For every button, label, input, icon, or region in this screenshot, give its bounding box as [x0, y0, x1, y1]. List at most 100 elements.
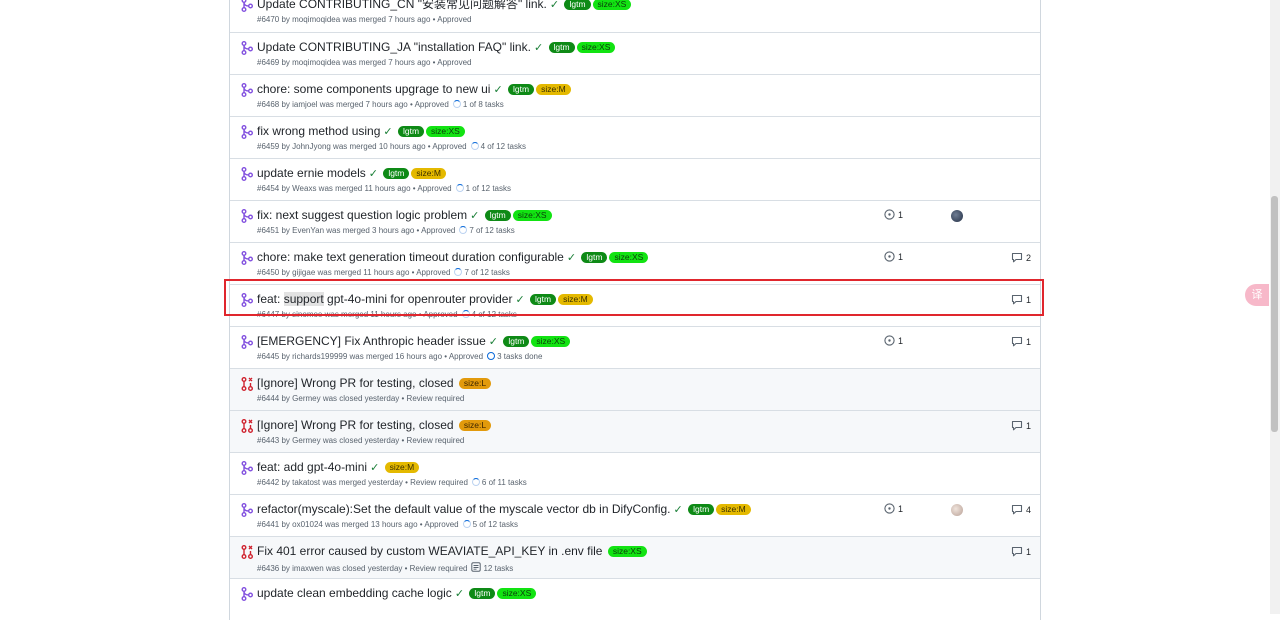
check-icon[interactable]: ✓ [370, 462, 379, 474]
pull-request-title-link[interactable]: update ernie models [257, 166, 366, 180]
comments-count[interactable]: 2 [1011, 252, 1031, 263]
check-icon[interactable]: ✓ [369, 168, 378, 180]
pull-request-title-line: feat: support gpt-4o-mini for openrouter… [257, 292, 593, 307]
comment-icon [1011, 294, 1026, 305]
comments-count[interactable]: 1 [1011, 336, 1031, 347]
linked-issues[interactable]: 1 [884, 503, 903, 514]
pull-request-title-link[interactable]: feat: support gpt-4o-mini for openrouter… [257, 292, 512, 306]
comments-count[interactable]: 4 [1011, 504, 1031, 515]
pull-request-row[interactable]: fix: next suggest question logic problem… [230, 200, 1040, 242]
pull-request-meta: #6447 by sinomoe was merged 11 hours ago… [257, 310, 517, 319]
label-lgtm[interactable]: lgtm [469, 588, 496, 599]
label-lgtm[interactable]: lgtm [581, 252, 608, 263]
pull-request-row[interactable]: chore: make text generation timeout dura… [230, 242, 1040, 284]
pull-request-meta: #6443 by Germey was closed yesterday • R… [257, 436, 465, 445]
label-l[interactable]: size:L [458, 378, 492, 389]
label-lgtm[interactable]: lgtm [564, 0, 591, 10]
pull-request-row[interactable]: [Ignore] Wrong PR for testing, closed si… [230, 368, 1040, 410]
check-icon[interactable]: ✓ [567, 252, 576, 264]
label-xs[interactable]: size:XS [609, 252, 649, 263]
label-lgtm[interactable]: lgtm [688, 504, 715, 515]
pull-request-title-link[interactable]: Update CONTRIBUTING_CN "安装常见问题解答" link. [257, 0, 547, 11]
label-m[interactable]: size:M [536, 84, 571, 95]
pull-request-title-line: chore: make text generation timeout dura… [257, 250, 649, 265]
pull-request-meta: #6441 by ox01024 was merged 13 hours ago… [257, 520, 518, 529]
label-xs[interactable]: size:XS [512, 210, 552, 221]
check-icon[interactable]: ✓ [455, 588, 464, 600]
linked-issues[interactable]: 1 [884, 209, 903, 220]
pull-request-row[interactable]: Update CONTRIBUTING_CN "安装常见问题解答" link. ✓… [230, 0, 1040, 32]
pull-request-row[interactable]: Update CONTRIBUTING_JA "installation FAQ… [230, 32, 1040, 74]
pull-request-title-link[interactable]: update clean embedding cache logic [257, 586, 452, 600]
check-icon[interactable]: ✓ [383, 126, 392, 138]
label-xs[interactable]: size:XS [576, 42, 616, 53]
label-lgtm[interactable]: lgtm [530, 294, 557, 305]
pull-request-row[interactable]: fix wrong method using ✓ lgtm size:XS #6459… [230, 116, 1040, 158]
pull-request-title-line: update ernie models ✓ lgtm size:M [257, 166, 446, 181]
page-scrollbar[interactable] [1270, 0, 1280, 614]
pull-request-row[interactable]: Fix 401 error caused by custom WEAVIATE_… [230, 536, 1040, 578]
check-icon[interactable]: ✓ [534, 42, 543, 54]
check-icon[interactable]: ✓ [550, 0, 559, 11]
pull-request-title-link[interactable]: Fix 401 error caused by custom WEAVIATE_… [257, 544, 602, 558]
label-m[interactable]: size:M [384, 462, 420, 473]
label-l[interactable]: size:L [458, 420, 492, 431]
label-xs[interactable]: size:XS [531, 336, 571, 347]
pull-request-row[interactable]: update ernie models ✓ lgtm size:M #6454 by … [230, 158, 1040, 200]
linked-issues[interactable]: 1 [884, 335, 903, 346]
pull-request-row[interactable]: refactor(myscale):Set the default value … [230, 494, 1040, 536]
pull-request-row[interactable]: [EMERGENCY] Fix Anthropic header issue ✓ … [230, 326, 1040, 368]
pull-request-title-link[interactable]: feat: add gpt-4o-mini [257, 460, 367, 474]
label-xs[interactable]: size:XS [607, 546, 647, 557]
label-lgtm[interactable]: lgtm [383, 168, 410, 179]
task-progress: 12 tasks [483, 564, 514, 573]
label-lgtm[interactable]: lgtm [503, 336, 530, 347]
pull-request-title-link[interactable]: refactor(myscale):Set the default value … [257, 502, 671, 516]
linked-issues[interactable]: 1 [884, 251, 903, 262]
task-progress: 6 of 11 tasks [481, 478, 527, 487]
label-m[interactable]: size:M [411, 168, 446, 179]
pull-request-row[interactable]: feat: add gpt-4o-mini ✓ size:M #6442 by ta… [230, 452, 1040, 494]
translate-button[interactable]: 译 [1245, 284, 1269, 306]
pull-request-title-link[interactable]: Update CONTRIBUTING_JA "installation FAQ… [257, 40, 531, 54]
comments-count[interactable]: 1 [1011, 546, 1031, 557]
pull-request-title-link[interactable]: [EMERGENCY] Fix Anthropic header issue [257, 334, 486, 348]
label-lgtm[interactable]: lgtm [508, 84, 535, 95]
label-m[interactable]: size:M [716, 504, 751, 515]
pull-request-title-link[interactable]: [Ignore] Wrong PR for testing, closed [257, 418, 454, 432]
check-icon[interactable]: ✓ [515, 294, 524, 306]
comments-count[interactable]: 1 [1011, 294, 1031, 305]
comments-count[interactable]: 1 [1011, 420, 1031, 431]
comment-icon [1011, 504, 1026, 515]
pull-request-row[interactable]: feat: support gpt-4o-mini for openrouter… [224, 279, 1044, 326]
check-icon[interactable]: ✓ [470, 210, 479, 222]
label-xs[interactable]: size:XS [592, 0, 632, 10]
pull-request-title-link[interactable]: fix wrong method using [257, 124, 380, 138]
label-lgtm[interactable]: lgtm [548, 42, 575, 53]
pull-request-title-line: [Ignore] Wrong PR for testing, closed si… [257, 376, 492, 390]
pull-request-title-link[interactable]: chore: make text generation timeout dura… [257, 250, 564, 264]
task-progress: 3 tasks done [497, 352, 543, 361]
label-xs[interactable]: size:XS [426, 126, 465, 137]
pull-request-meta: #6436 by imaxwen was closed yesterday • … [257, 562, 514, 573]
assignee-avatar[interactable] [951, 210, 963, 222]
check-icon[interactable]: ✓ [489, 336, 498, 348]
pull-request-row[interactable]: [Ignore] Wrong PR for testing, closed si… [230, 410, 1040, 452]
label-lgtm[interactable]: lgtm [484, 210, 511, 221]
scrollbar-thumb[interactable] [1271, 196, 1278, 432]
pull-request-title-link[interactable]: chore: some components upgrage to new ui [257, 82, 490, 96]
label-m[interactable]: size:M [558, 294, 593, 305]
label-xs[interactable]: size:XS [497, 588, 537, 599]
task-progress-icon [455, 184, 464, 192]
check-icon[interactable]: ✓ [493, 84, 502, 96]
issue-opened-icon [884, 209, 898, 220]
task-progress-icon [470, 142, 479, 150]
check-icon[interactable]: ✓ [674, 504, 683, 516]
pull-request-title-link[interactable]: [Ignore] Wrong PR for testing, closed [257, 376, 454, 390]
task-progress-icon [454, 268, 463, 276]
pull-request-row[interactable]: chore: some components upgrage to new ui… [230, 74, 1040, 116]
comment-icon [1011, 336, 1026, 347]
assignee-avatar[interactable] [951, 504, 963, 516]
pull-request-title-link[interactable]: fix: next suggest question logic problem [257, 208, 467, 222]
label-lgtm[interactable]: lgtm [397, 126, 425, 137]
